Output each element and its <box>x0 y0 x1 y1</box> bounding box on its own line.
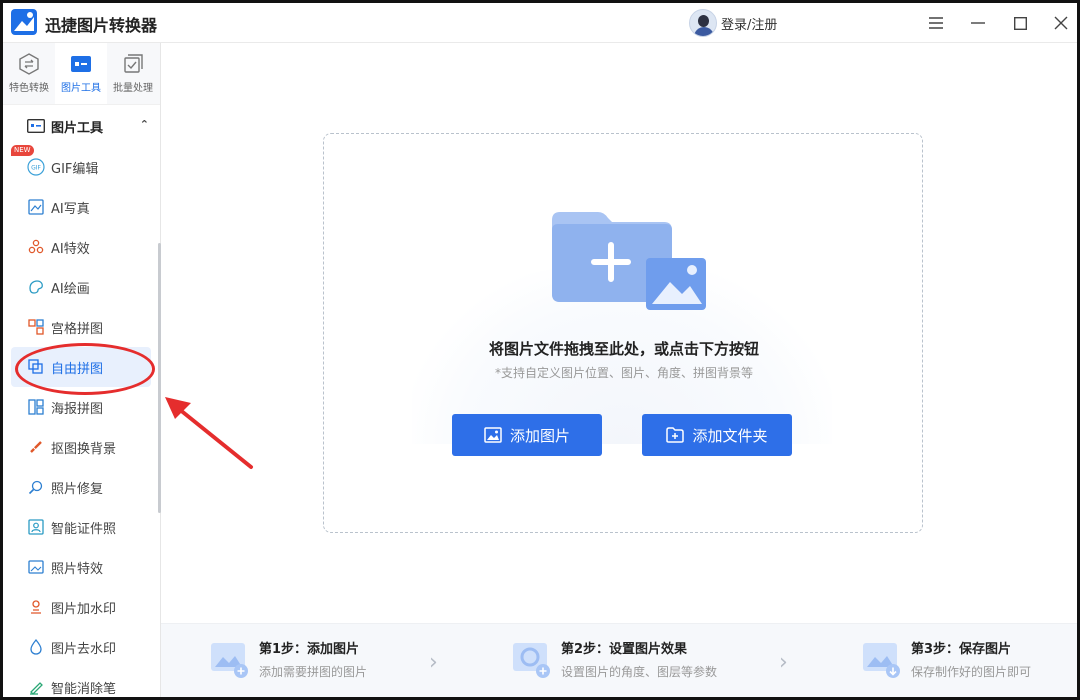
add-watermark-icon <box>27 598 45 616</box>
remove-watermark-icon <box>27 638 45 656</box>
tab-label: 特色转换 <box>9 83 49 94</box>
folder-add-icon <box>666 427 685 443</box>
step-2: 第2步：设置图片效果 设置图片的角度、图层等参数 <box>511 638 717 680</box>
grid-collage-icon <box>27 318 45 336</box>
sidebar-item-label: 照片修复 <box>51 481 104 497</box>
step-title: 第3步：保存图片 <box>911 642 1012 657</box>
sidebar-item-remove-watermark[interactable]: 图片去水印 <box>3 627 159 667</box>
steps-bar: 第1步：添加图片 添加需要拼图的图片 › 第2步：设置图片效果 设置图片的角度、… <box>161 623 1077 697</box>
main-content: 将图片文件拖拽至此处，或点击下方按钮 *支持自定义图片位置、图片、角度、拼图背景… <box>161 43 1077 697</box>
maximize-icon[interactable] <box>1008 11 1032 35</box>
add-folder-label: 添加文件夹 <box>692 426 768 445</box>
group-title: 图片工具 <box>51 120 104 136</box>
id-photo-icon <box>27 518 45 536</box>
group-header-image-tools[interactable]: 图片工具 ⌃ <box>3 113 161 139</box>
title-bar: 迅捷图片转换器 登录/注册 <box>3 3 1077 43</box>
add-image-button[interactable]: 添加图片 <box>452 414 602 456</box>
avatar[interactable] <box>689 9 717 37</box>
sidebar-item-label: AI写真 <box>51 201 90 217</box>
folder-add-image-icon <box>552 212 706 310</box>
menu-icon[interactable] <box>924 11 948 35</box>
step-title: 第1步：添加图片 <box>259 642 360 657</box>
step-desc: 保存制作好的图片即可 <box>911 665 1032 679</box>
app-title: 迅捷图片转换器 <box>45 16 158 35</box>
sidebar-item-cutout-bg[interactable]: 抠图换背景 <box>3 427 159 467</box>
batch-icon <box>124 54 143 73</box>
sidebar-item-label: AI绘画 <box>51 281 90 297</box>
sidebar-item-label: 智能消除笔 <box>51 681 117 697</box>
sidebar-tabs: 特色转换 图片工具 批量处理 <box>3 43 160 105</box>
svg-text:GIF: GIF <box>31 165 41 172</box>
sidebar-item-photo-effects[interactable]: 照片特效 <box>3 547 159 587</box>
annotation-ellipse <box>15 343 155 395</box>
close-icon[interactable] <box>1049 11 1073 35</box>
drop-zone[interactable]: 将图片文件拖拽至此处，或点击下方按钮 *支持自定义图片位置、图片、角度、拼图背景… <box>323 133 923 533</box>
add-image-label: 添加图片 <box>509 426 570 445</box>
step-title: 第2步：设置图片效果 <box>561 642 688 657</box>
sidebar-item-eraser-pen[interactable]: 智能消除笔 <box>3 667 159 697</box>
chevron-right-icon: › <box>429 650 438 675</box>
tab-feature-convert[interactable]: 特色转换 <box>3 43 55 104</box>
app-window: 迅捷图片转换器 登录/注册 特色转换 图片工具 批量处理 图片工具 ⌃ NEW … <box>0 0 1080 700</box>
sidebar-item-label: 图片去水印 <box>51 641 117 657</box>
sidebar-item-label: 海报拼图 <box>51 401 104 417</box>
step-3: 第3步：保存图片 保存制作好的图片即可 <box>861 638 1031 680</box>
add-folder-button[interactable]: 添加文件夹 <box>642 414 792 456</box>
new-badge: NEW <box>11 145 34 156</box>
gif-icon: GIF <box>27 158 45 176</box>
step-1: 第1步：添加图片 添加需要拼图的图片 <box>209 638 367 680</box>
app-logo-icon <box>11 9 37 35</box>
step-add-image-icon <box>211 643 248 678</box>
step-settings-icon <box>513 643 550 678</box>
sidebar-item-label: 照片特效 <box>51 561 104 577</box>
sidebar-item-photo-repair[interactable]: 照片修复 <box>3 467 159 507</box>
tab-batch[interactable]: 批量处理 <box>107 43 159 104</box>
sidebar-item-label: 宫格拼图 <box>51 321 104 337</box>
sidebar-item-grid-collage[interactable]: 宫格拼图 <box>3 307 159 347</box>
ai-paint-icon <box>27 278 45 296</box>
sidebar-item-ai-effects[interactable]: AI特效 <box>3 227 159 267</box>
drop-zone-title: 将图片文件拖拽至此处，或点击下方按钮 <box>488 340 759 358</box>
chevron-right-icon: › <box>779 650 788 675</box>
photo-repair-icon <box>27 478 45 496</box>
sidebar-item-id-photo[interactable]: 智能证件照 <box>3 507 159 547</box>
image-tools-icon <box>71 56 91 72</box>
sidebar-item-add-watermark[interactable]: 图片加水印 <box>3 587 159 627</box>
sidebar-item-label: 图片加水印 <box>51 601 117 617</box>
login-area[interactable]: 登录/注册 <box>689 9 777 37</box>
login-link[interactable]: 登录/注册 <box>721 14 777 33</box>
sidebar-item-gif-edit[interactable]: NEW GIF GIF编辑 <box>3 145 159 187</box>
poster-collage-icon <box>27 398 45 416</box>
tab-image-tools[interactable]: 图片工具 <box>55 43 107 104</box>
step-desc: 设置图片的角度、图层等参数 <box>561 665 718 679</box>
annotation-arrow-icon <box>165 397 253 469</box>
cutout-icon <box>27 438 45 456</box>
eraser-pen-icon <box>27 678 45 696</box>
step-save-icon <box>863 643 900 678</box>
tab-label: 批量处理 <box>113 83 153 94</box>
image-tools-icon <box>27 119 45 133</box>
sidebar-item-label: 抠图换背景 <box>51 441 117 457</box>
ai-portrait-icon <box>27 198 45 216</box>
tab-label: 图片工具 <box>61 83 101 94</box>
convert-icon <box>19 53 39 75</box>
step-desc: 添加需要拼图的图片 <box>259 665 368 679</box>
chevron-up-icon[interactable]: ⌃ <box>140 118 149 131</box>
sidebar-item-label: AI特效 <box>51 241 90 257</box>
ai-effects-icon <box>27 238 45 256</box>
minimize-icon[interactable] <box>966 11 990 35</box>
drop-zone-subtitle: *支持自定义图片位置、图片、角度、拼图背景等 <box>494 366 753 380</box>
tool-menu: NEW GIF GIF编辑 AI写真 AI特效 AI绘画 宫格拼图 自由拼图 海… <box>3 145 159 697</box>
sidebar-item-ai-portrait[interactable]: AI写真 <box>3 187 159 227</box>
image-icon <box>484 427 502 443</box>
sidebar-item-label: 智能证件照 <box>51 521 117 537</box>
sidebar-item-ai-paint[interactable]: AI绘画 <box>3 267 159 307</box>
photo-effects-icon <box>27 558 45 576</box>
sidebar-item-label: GIF编辑 <box>51 161 99 177</box>
